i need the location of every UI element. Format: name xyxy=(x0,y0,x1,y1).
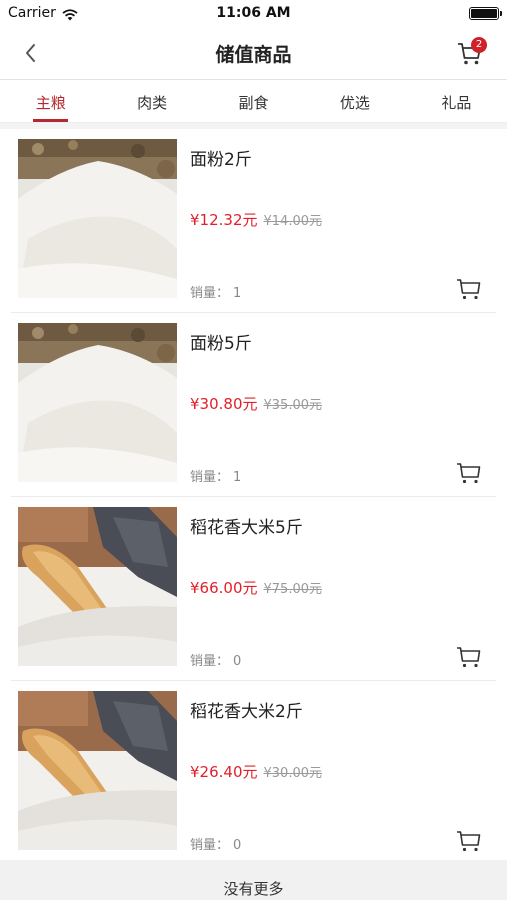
sales-value: 0 xyxy=(233,654,242,669)
tab-label: 礼品 xyxy=(441,94,472,112)
product-item[interactable]: 面粉5斤 ¥30.80元 ¥35.00元 销量： 1 xyxy=(0,313,507,497)
no-more-text: 没有更多 xyxy=(223,880,284,898)
cart-icon xyxy=(457,279,481,300)
sales-value: 1 xyxy=(233,286,242,301)
product-image-flour[interactable] xyxy=(18,139,177,298)
tab-label: 主粮 xyxy=(35,94,66,112)
add-to-cart-button[interactable] xyxy=(456,645,482,669)
cart-icon xyxy=(457,647,481,668)
nav-bar: 储值商品 2 xyxy=(0,28,507,80)
product-image-flour[interactable] xyxy=(18,323,177,482)
product-price: ¥30.80元 xyxy=(190,395,258,413)
original-price: ¥35.00元 xyxy=(263,398,323,413)
product-item[interactable]: 稻花香大米2斤 ¥26.40元 ¥30.00元 销量： 0 xyxy=(0,681,507,865)
cart-icon xyxy=(457,831,481,852)
sales-label: 销量： xyxy=(190,470,230,485)
add-to-cart-button[interactable] xyxy=(456,277,482,301)
sales-label: 销量： xyxy=(190,838,230,853)
tab-meat[interactable]: 肉类 xyxy=(101,81,202,122)
sales-count: 销量： 1 xyxy=(190,466,241,485)
add-to-cart-button[interactable] xyxy=(456,461,482,485)
product-item[interactable]: 稻花香大米5斤 ¥66.00元 ¥75.00元 销量： 0 xyxy=(0,497,507,681)
sales-count: 销量： 0 xyxy=(190,834,241,853)
product-item[interactable]: 面粉2斤 ¥12.32元 ¥14.00元 销量： 1 xyxy=(0,129,507,313)
add-to-cart-button[interactable] xyxy=(456,829,482,853)
price-row: ¥66.00元 ¥75.00元 xyxy=(190,577,322,598)
product-price: ¥66.00元 xyxy=(190,579,258,597)
tab-label: 副食 xyxy=(238,94,269,112)
product-list: 面粉2斤 ¥12.32元 ¥14.00元 销量： 1 面粉5斤 ¥30.80元 ¥35… xyxy=(0,129,507,865)
sales-label: 销量： xyxy=(190,654,230,669)
tab-selected[interactable]: 优选 xyxy=(304,81,405,122)
cart-icon xyxy=(457,463,481,484)
price-row: ¥12.32元 ¥14.00元 xyxy=(190,209,322,230)
status-bar: Carrier 11:06 AM xyxy=(0,0,507,28)
tab-label: 肉类 xyxy=(137,94,168,112)
tab-gifts[interactable]: 礼品 xyxy=(406,81,507,122)
tab-non-staple[interactable]: 副食 xyxy=(203,81,304,122)
product-price: ¥26.40元 xyxy=(190,763,258,781)
status-time: 11:06 AM xyxy=(216,5,291,21)
product-name[interactable]: 面粉2斤 xyxy=(190,145,252,170)
sales-label: 销量： xyxy=(190,286,230,301)
price-row: ¥26.40元 ¥30.00元 xyxy=(190,761,322,782)
product-name[interactable]: 稻花香大米2斤 xyxy=(190,697,303,722)
battery-icon xyxy=(469,7,502,20)
price-row: ¥30.80元 ¥35.00元 xyxy=(190,393,322,414)
original-price: ¥30.00元 xyxy=(263,766,323,781)
original-price: ¥75.00元 xyxy=(263,582,323,597)
product-price: ¥12.32元 xyxy=(190,211,258,229)
category-tabs: 主粮 肉类 副食 优选 礼品 xyxy=(0,81,507,123)
page-title: 储值商品 xyxy=(215,44,292,66)
product-image-rice[interactable] xyxy=(18,507,177,666)
sales-value: 0 xyxy=(233,838,242,853)
cart-count-badge: 2 xyxy=(471,37,487,53)
sales-value: 1 xyxy=(233,470,242,485)
product-name[interactable]: 面粉5斤 xyxy=(190,329,252,354)
sales-count: 销量： 0 xyxy=(190,650,241,669)
sales-count: 销量： 1 xyxy=(190,282,241,301)
tab-label: 优选 xyxy=(339,94,370,112)
product-image-rice[interactable] xyxy=(18,691,177,850)
no-more-footer: 没有更多 xyxy=(0,860,507,900)
original-price: ¥14.00元 xyxy=(263,214,323,229)
product-name[interactable]: 稻花香大米5斤 xyxy=(190,513,303,538)
tab-staple-grain[interactable]: 主粮 xyxy=(0,81,101,122)
